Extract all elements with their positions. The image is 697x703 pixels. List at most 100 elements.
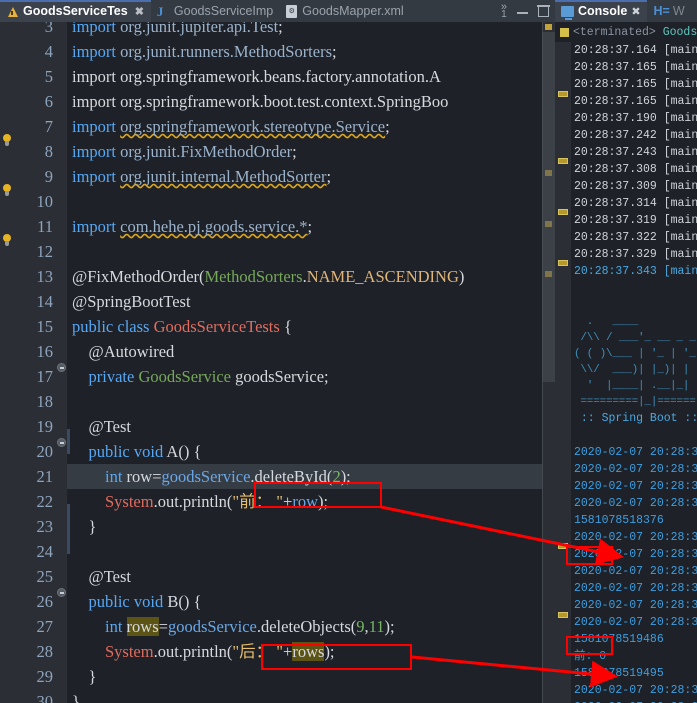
line-number: 29 xyxy=(36,667,54,686)
console-line: 1581078518376 xyxy=(574,514,664,527)
warning-marker[interactable] xyxy=(545,24,552,30)
quickfix-bulb-icon[interactable] xyxy=(1,183,13,198)
terminated-target: Goods xyxy=(655,25,697,39)
fold-collapse-icon[interactable] xyxy=(57,363,66,372)
line-number: 8 xyxy=(44,142,53,161)
console-line: ' |____| .__|_| | xyxy=(574,380,697,392)
caret-line-marker xyxy=(67,504,70,554)
terminated-prefix: <terminated> xyxy=(573,25,656,39)
java-warning-icon xyxy=(6,5,18,18)
next-tab-label: W xyxy=(672,4,685,18)
terminated-status-icon xyxy=(560,27,569,37)
code-line[interactable]: import org.springframework.boot.test.con… xyxy=(67,89,555,114)
console-line: 2020-02-07 20:28:3 xyxy=(574,531,697,544)
minimize-button[interactable] xyxy=(517,6,528,17)
quickfix-bulb-icon[interactable] xyxy=(1,133,13,148)
console-tab-label: Console xyxy=(578,4,628,18)
console-lines: 20:28:37.164 [main 20:28:37.165 [main 20:2… xyxy=(571,42,697,703)
line-number: 3 xyxy=(44,22,53,36)
code-line[interactable] xyxy=(67,239,555,264)
code-line[interactable]: public void B() { xyxy=(67,589,555,614)
code-line[interactable]: @FixMethodOrder(MethodSorters.NAME_ASCEN… xyxy=(67,264,555,289)
console-line: 20:28:37.314 [main xyxy=(574,197,697,210)
console-marker xyxy=(558,158,568,164)
line-number: 24 xyxy=(36,542,54,561)
console-marker xyxy=(558,612,568,618)
maximize-button[interactable] xyxy=(537,4,550,17)
code-line[interactable] xyxy=(67,539,555,564)
code-line[interactable]: @Test xyxy=(67,564,555,589)
annotation-ruler[interactable] xyxy=(0,22,14,703)
code-line[interactable] xyxy=(67,389,555,414)
console-marker xyxy=(558,91,568,97)
tab-overflow-button[interactable]: » 1 xyxy=(491,0,517,22)
eclipse-ide-window: GoodsServiceTes ✖ J GoodsServiceImp ⚙ Go… xyxy=(0,0,697,703)
console-marker xyxy=(558,209,568,215)
tab-label: GoodsServiceImp xyxy=(173,4,274,18)
code-print-after-box xyxy=(261,644,412,670)
code-editor-area[interactable]: 3 4 5 6 7 8 9 10 11 12 13 14 15 16 17 18 19 20 21 22 23 24 25 2… xyxy=(0,22,555,703)
code-line[interactable] xyxy=(67,189,555,214)
properties-icon: H= xyxy=(653,4,670,18)
code-line[interactable]: import org.springframework.stereotype.Se… xyxy=(67,114,555,139)
console-line: 2020-02-07 20:28:3 xyxy=(574,684,697,697)
console-marker xyxy=(558,260,568,266)
source-code[interactable]: import org.junit.jupiter.api.Test; import… xyxy=(67,22,555,703)
tab-next-view[interactable]: H= W xyxy=(647,4,685,18)
console-line: \\/ ___)| |_)| | | xyxy=(574,364,697,376)
code-line[interactable]: } xyxy=(67,514,555,539)
console-output-area[interactable]: 20:28:37.164 [main 20:28:37.165 [main 20:2… xyxy=(555,42,697,703)
code-line[interactable]: private GoodsService goodsService; xyxy=(67,364,555,389)
line-number: 13 xyxy=(36,267,54,286)
line-number: 17 xyxy=(36,367,54,386)
line-number: 26 xyxy=(36,592,54,611)
code-line[interactable]: @SpringBootTest xyxy=(67,289,555,314)
line-number: 18 xyxy=(36,392,54,411)
console-line: 20:28:37.164 [main xyxy=(574,44,697,57)
console-tab-bar: Console ✖ H= W xyxy=(555,0,697,22)
line-number: 16 xyxy=(36,342,54,361)
line-number: 21 xyxy=(36,467,54,486)
line-number: 25 xyxy=(36,567,54,586)
code-line[interactable]: import org.junit.jupiter.api.Test; xyxy=(67,22,555,39)
tab-goods-service-tests[interactable]: GoodsServiceTes ✖ xyxy=(0,0,151,22)
scrollbar-thumb[interactable] xyxy=(542,32,555,382)
console-line: 2020-02-07 20:28:3 xyxy=(574,616,697,629)
console-line: 2020-02-07 20:28:3 xyxy=(574,497,697,510)
console-line: ( ( )\___ | '_ | '_| xyxy=(574,348,697,360)
tab-goods-mapper-xml[interactable]: ⚙ GoodsMapper.xml xyxy=(280,0,410,22)
fold-collapse-icon[interactable] xyxy=(57,588,66,597)
fold-collapse-icon[interactable] xyxy=(57,438,66,447)
code-line[interactable]: import org.springframework.beans.factory… xyxy=(67,64,555,89)
line-number: 15 xyxy=(36,317,54,336)
line-number: 20 xyxy=(36,442,54,461)
code-line[interactable]: public class GoodsServiceTests { xyxy=(67,314,555,339)
console-line: 2020-02-07 20:28:3 xyxy=(574,446,697,459)
code-line[interactable]: @Test xyxy=(67,414,555,439)
console-line: 2020-02-07 20:28:3 xyxy=(574,582,697,595)
code-line[interactable]: import com.hehe.pj.goods.service.*; xyxy=(67,214,555,239)
tab-goods-service-impl[interactable]: J GoodsServiceImp xyxy=(151,0,280,22)
tab-console[interactable]: Console ✖ xyxy=(555,0,647,22)
folding-ruler[interactable] xyxy=(56,22,67,703)
code-line[interactable]: import org.junit.runners.MethodSorters; xyxy=(67,39,555,64)
quickfix-bulb-icon[interactable] xyxy=(1,233,13,248)
line-number: 4 xyxy=(44,42,53,61)
line-number: 14 xyxy=(36,292,54,311)
code-line[interactable]: public void A() { xyxy=(67,439,555,464)
terminated-label: <terminated> Goods xyxy=(573,26,697,39)
overview-ruler[interactable] xyxy=(542,22,555,703)
code-line[interactable]: } xyxy=(67,689,555,703)
console-line: 1581078519495 xyxy=(574,667,664,680)
code-line[interactable]: @Autowired xyxy=(67,339,555,364)
console-before-box xyxy=(566,546,613,565)
console-line: 2020-02-07 20:28:3 xyxy=(574,565,697,578)
line-number: 12 xyxy=(36,242,54,261)
console-line: . ____ _ xyxy=(574,316,697,328)
code-line[interactable]: import org.junit.internal.MethodSorter; xyxy=(67,164,555,189)
close-icon[interactable]: ✖ xyxy=(631,5,640,18)
close-icon[interactable]: ✖ xyxy=(135,5,144,18)
code-line[interactable]: int rows=goodsService.deleteObjects(9,11… xyxy=(67,614,555,639)
line-number: 9 xyxy=(44,167,53,186)
code-line[interactable]: import org.junit.FixMethodOrder; xyxy=(67,139,555,164)
